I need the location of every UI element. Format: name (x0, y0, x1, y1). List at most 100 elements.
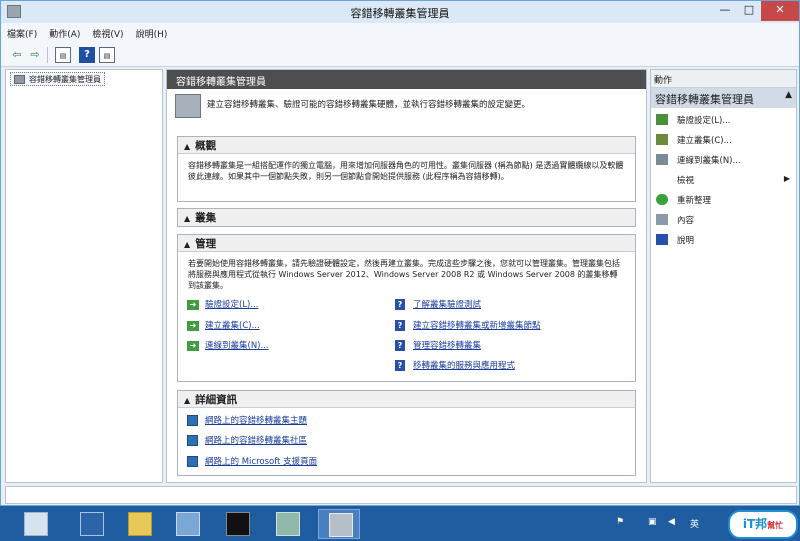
tray-volume-icon[interactable]: ◀ (668, 517, 675, 527)
tray-flag-icon[interactable]: ⚑ (616, 517, 624, 527)
help-link-text[interactable]: 了解叢集驗證測試 (413, 300, 481, 310)
connect-cluster-link-text[interactable]: 連線到叢集(N)... (205, 341, 269, 351)
help-icon[interactable]: ? (79, 47, 95, 63)
app-taskbar-button[interactable] (166, 509, 208, 539)
failover-cluster-manager-taskbar-button[interactable] (318, 509, 360, 539)
app-window-icon (176, 512, 200, 536)
cmd-taskbar-button[interactable] (216, 509, 258, 539)
action-label: 建立叢集(C)... (677, 136, 732, 146)
app-window: 容錯移轉叢集管理員 — □ ✕ 檔案(F) 動作(A) 檢視(V) 說明(H) ⇦ ⇨… (0, 0, 800, 506)
action-connect-cluster[interactable]: 連線到叢集(N)... (651, 150, 796, 170)
overview-header[interactable]: ▲ 概觀 (178, 137, 635, 154)
cluster-manager-icon (14, 75, 25, 84)
collapse-icon[interactable]: ▲ (785, 90, 792, 100)
powershell-taskbar-button[interactable] (70, 509, 112, 539)
console-tree: 容錯移轉叢集管理員 (5, 69, 163, 483)
help-topic-icon: ? (395, 299, 405, 310)
connect-cluster-link[interactable]: ➜ 連線到叢集(N)... (187, 339, 269, 351)
brand-small-text: 幫忙 (767, 521, 784, 530)
window-title: 容錯移轉叢集管理員 (350, 7, 450, 20)
clusters-title: 叢集 (195, 212, 217, 224)
menu-file[interactable]: 檔案(F) (1, 23, 43, 40)
action-refresh[interactable]: 重新整理 (651, 190, 796, 210)
action-help[interactable]: 說明 (651, 230, 796, 250)
tray-network-icon[interactable]: ▣ (648, 517, 657, 527)
intro-text: 建立容錯移轉叢集、驗證可能的容錯移轉叢集硬體，並執行容錯移轉叢集的設定變更。 (207, 100, 531, 110)
action-properties[interactable]: 內容 (651, 210, 796, 230)
web-link-text[interactable]: 網路上的容錯移轉叢集主題 (205, 416, 307, 426)
help-link-text[interactable]: 移轉叢集的服務與應用程式 (413, 361, 515, 371)
web-link-text[interactable]: 網路上的 Microsoft 支援頁面 (205, 457, 317, 467)
connect-cluster-icon (656, 154, 668, 165)
green-arrow-icon: ➜ (187, 340, 199, 351)
show-hide-action-pane-icon[interactable]: ▤ (99, 47, 115, 63)
actions-group-header[interactable]: 容錯移轉叢集管理員 ▲ (651, 88, 796, 108)
web-link-community[interactable]: 網路上的容錯移轉叢集社區 (187, 434, 307, 446)
validate-config-link[interactable]: ➜ 驗證設定(L)... (187, 298, 258, 310)
web-link-text[interactable]: 網路上的容錯移轉叢集社區 (205, 436, 307, 446)
overview-title: 概觀 (195, 140, 217, 152)
back-arrow-icon[interactable]: ⇦ (9, 47, 25, 63)
center-pane: 容錯移轉叢集管理員 建立容錯移轉叢集、驗證可能的容錯移轉叢集硬體，並執行容錯移轉… (166, 69, 647, 483)
server-manager-taskbar-button[interactable] (14, 509, 56, 539)
web-link-support[interactable]: 網路上的 Microsoft 支援頁面 (187, 455, 317, 467)
collapse-icon[interactable]: ▲ (184, 214, 190, 223)
web-link-topics[interactable]: 網路上的容錯移轉叢集主題 (187, 414, 307, 426)
file-explorer-taskbar-button[interactable] (118, 509, 160, 539)
overview-text: 容錯移轉叢集是一組搭配運作的獨立電腦，用來增加伺服器角色的可用性。叢集伺服器 (… (188, 161, 624, 181)
action-view[interactable]: 檢視 ▶ (651, 170, 796, 190)
validate-icon (656, 114, 668, 125)
green-arrow-icon: ➜ (187, 299, 199, 310)
watermark-logo: iT邦幫忙 (728, 510, 798, 539)
web-link-icon (187, 456, 198, 467)
intro: 建立容錯移轉叢集、驗證可能的容錯移轉叢集硬體，並執行容錯移轉叢集的設定變更。 (173, 94, 643, 122)
menu-help[interactable]: 說明(H) (130, 23, 174, 40)
refresh-icon (656, 194, 668, 205)
help-link-create[interactable]: ? 建立容錯移轉叢集或新增叢集節點 (395, 319, 541, 331)
help-topic-icon: ? (395, 320, 405, 331)
show-hide-tree-icon[interactable]: ▤ (55, 47, 71, 63)
server-manager-icon (24, 512, 48, 536)
help-link-validation[interactable]: ? 了解叢集驗證測試 (395, 298, 481, 310)
clusters-header[interactable]: ▲ 叢集 (178, 209, 635, 226)
overview-section: ▲ 概觀 容錯移轉叢集是一組搭配運作的獨立電腦，用來增加伺服器角色的可用性。叢集伺… (177, 136, 636, 202)
cluster-tool-taskbar-button[interactable] (266, 509, 308, 539)
collapse-icon[interactable]: ▲ (184, 240, 190, 249)
ime-indicator[interactable]: 英 (690, 517, 699, 530)
failover-cluster-icon (329, 513, 353, 537)
menu-action[interactable]: 動作(A) (43, 23, 86, 40)
tree-item-label: 容錯移轉叢集管理員 (29, 75, 101, 84)
web-link-icon (187, 415, 198, 426)
menu-view[interactable]: 檢視(V) (86, 23, 129, 40)
folder-icon (128, 512, 152, 536)
management-header[interactable]: ▲ 管理 (178, 235, 635, 252)
cluster-servers-icon (175, 94, 201, 118)
details-header[interactable]: ▲ 詳細資訊 (178, 391, 635, 408)
management-text: 若要開始使用容錯移轉叢集，請先驗證硬體設定，然後再建立叢集。完成這些步驟之後，您… (188, 259, 620, 290)
collapse-icon[interactable]: ▲ (184, 142, 190, 151)
help-link-text[interactable]: 管理容錯移轉叢集 (413, 341, 481, 351)
create-cluster-link[interactable]: ➜ 建立叢集(C)... (187, 319, 260, 331)
minimize-button[interactable]: — (713, 1, 737, 21)
close-button[interactable]: ✕ (761, 1, 799, 21)
help-link-text[interactable]: 建立容錯移轉叢集或新增叢集節點 (413, 321, 541, 331)
properties-icon (656, 214, 668, 225)
maximize-button[interactable]: □ (737, 1, 761, 21)
management-title: 管理 (195, 238, 217, 250)
help-icon (656, 234, 668, 245)
tree-item-root[interactable]: 容錯移轉叢集管理員 (10, 72, 105, 86)
action-validate[interactable]: 驗證設定(L)... (651, 110, 796, 130)
web-link-icon (187, 435, 198, 446)
collapse-icon[interactable]: ▲ (184, 396, 190, 405)
help-link-manage[interactable]: ? 管理容錯移轉叢集 (395, 339, 481, 351)
forward-arrow-icon[interactable]: ⇨ (27, 47, 43, 63)
actions-pane: 動作 容錯移轉叢集管理員 ▲ 驗證設定(L)... 建立叢集(C)... 連線到… (650, 69, 797, 483)
title-bar: 容錯移轉叢集管理員 — □ ✕ (1, 1, 799, 23)
toolbar: ⇦ ⇨ ▤ ? ▤ (1, 43, 799, 67)
help-topic-icon: ? (395, 360, 405, 371)
action-create-cluster[interactable]: 建立叢集(C)... (651, 130, 796, 150)
create-cluster-link-text[interactable]: 建立叢集(C)... (205, 321, 260, 331)
action-label: 重新整理 (677, 196, 712, 206)
validate-config-link-text[interactable]: 驗證設定(L)... (205, 300, 258, 310)
help-link-migrate[interactable]: ? 移轉叢集的服務與應用程式 (395, 359, 515, 371)
